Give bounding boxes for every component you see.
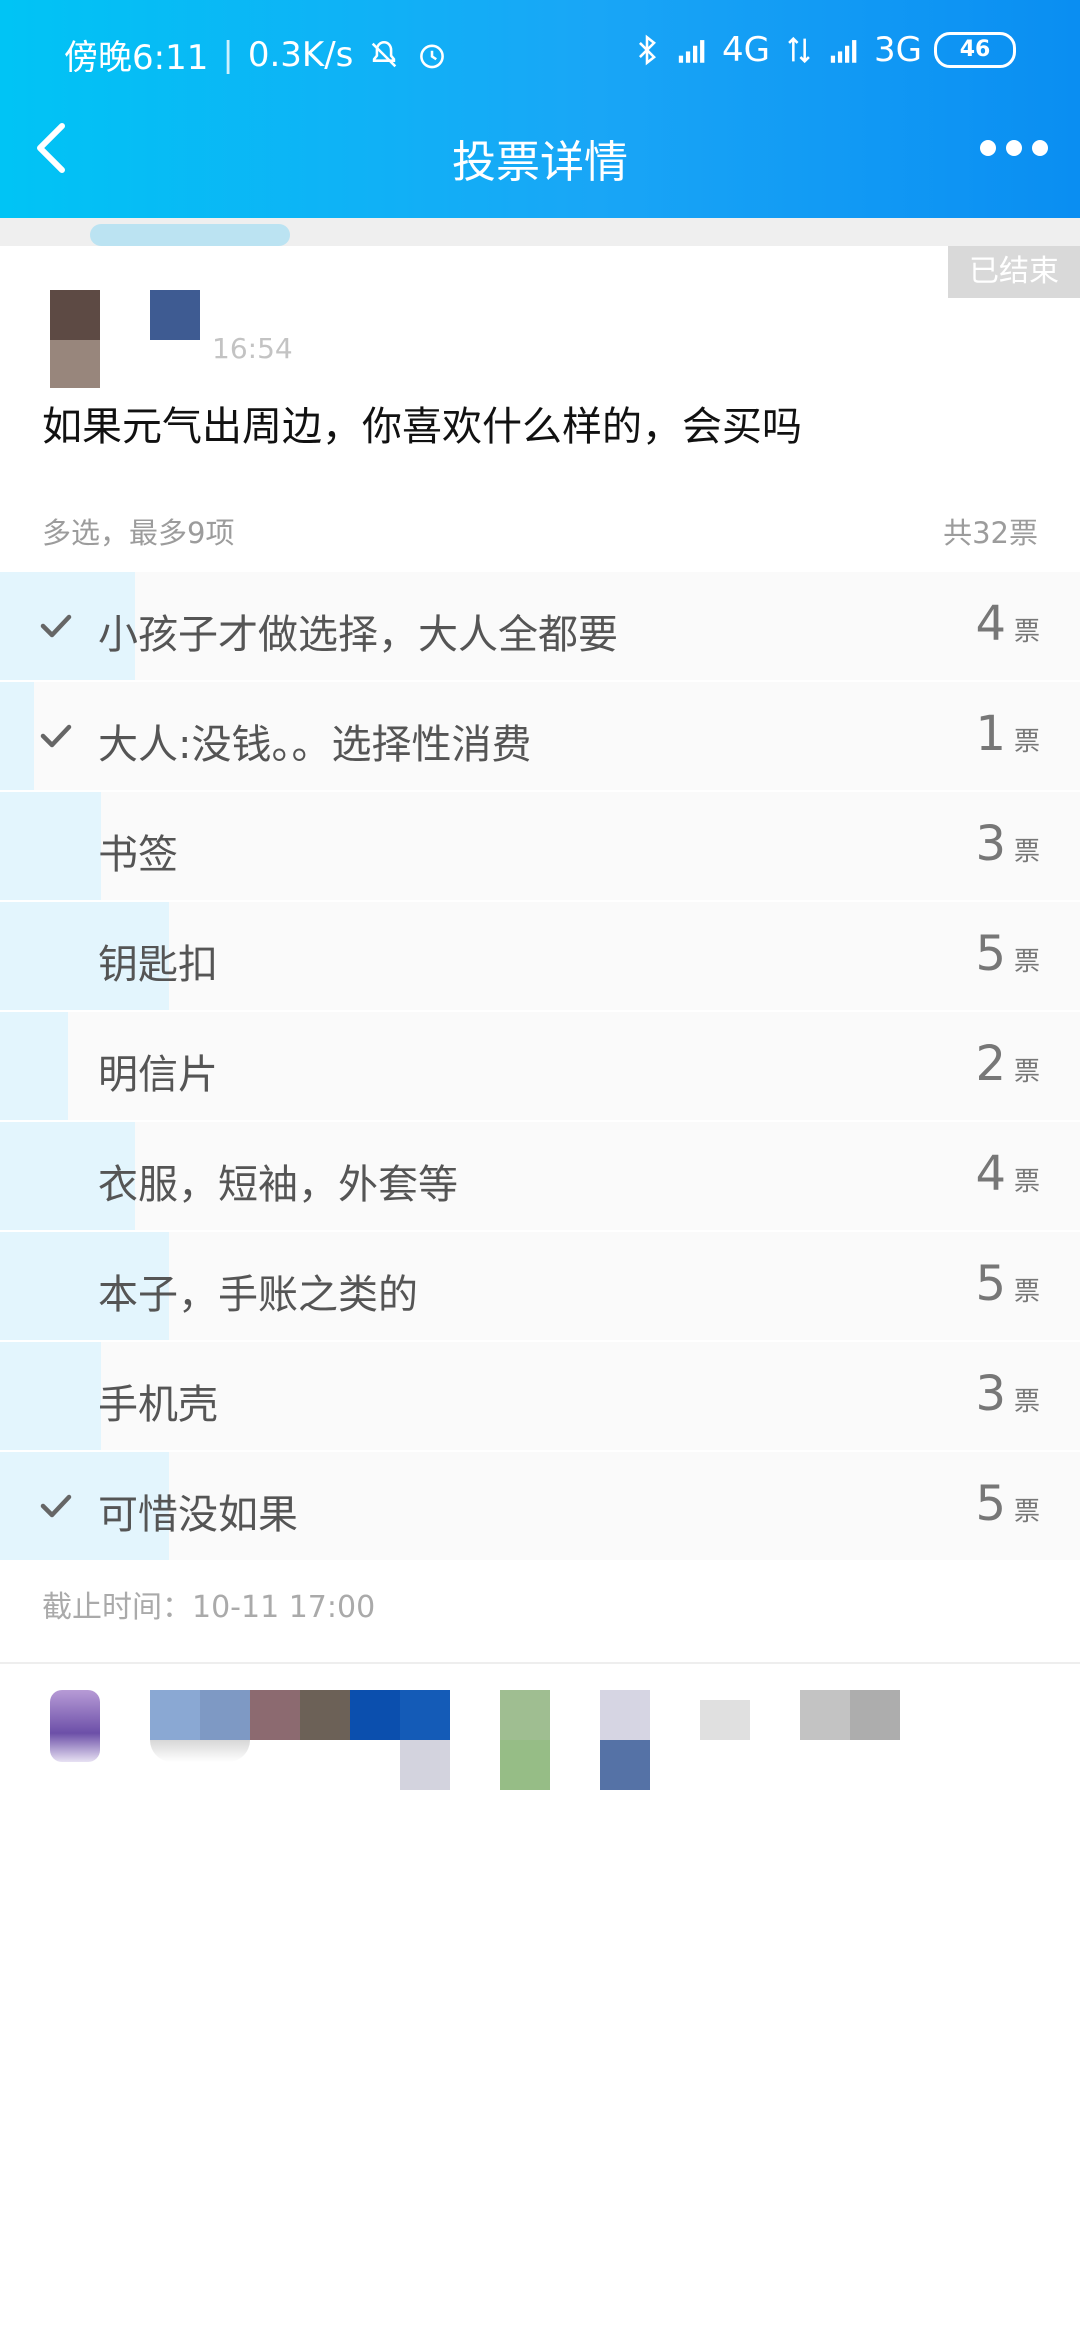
option-label: 衣服，短袖，外套等 [98, 1162, 458, 1208]
author-name-blurred [150, 290, 200, 340]
status-time: 傍晚6:11 [64, 38, 209, 78]
poll-option[interactable]: 钥匙扣 5 票 [0, 902, 1080, 1010]
option-label: 书签 [98, 832, 178, 878]
status-bar: 傍晚6:11 | 0.3K/s 4G 3G 46 [0, 0, 1080, 100]
poll-question: 如果元气出周边，你喜欢什么样的，会买吗 [42, 404, 802, 450]
vote-unit: 票 [1013, 1057, 1040, 1087]
signal-icon [678, 40, 705, 63]
page-title: 投票详情 [452, 137, 628, 188]
voter-avatar[interactable] [400, 1740, 450, 1790]
poll-option[interactable]: 衣服，短袖，外套等 4 票 [0, 1122, 1080, 1230]
voter-avatar[interactable] [150, 1690, 250, 1740]
voter-avatar[interactable] [600, 1690, 650, 1790]
check-icon [40, 1494, 72, 1518]
vote-unit: 票 [1013, 947, 1040, 977]
vote-number: 3 [975, 1366, 1006, 1422]
option-vote-bar [0, 792, 101, 900]
poll-deadline: 截止时间：10-11 17:00 [42, 1590, 376, 1625]
option-vote-count: 3票 [975, 1366, 1040, 1422]
network-speed: 0.3K/s [247, 34, 354, 75]
option-vote-count: 4票 [975, 1146, 1040, 1202]
option-vote-count: 1票 [975, 706, 1040, 762]
option-label: 可惜没如果 [98, 1492, 298, 1538]
option-vote-bar [0, 682, 34, 790]
status-badge: 已结束 [948, 246, 1080, 298]
alarm-icon [420, 44, 445, 68]
vote-unit: 票 [1013, 1167, 1040, 1197]
blurred-element [90, 224, 290, 246]
dot [980, 140, 996, 156]
option-label: 手机壳 [98, 1382, 218, 1428]
poll-meta: 多选，最多9项 共32票 [42, 510, 1038, 550]
vote-unit: 票 [1013, 837, 1040, 867]
option-vote-bar [0, 1012, 68, 1120]
vote-number: 1 [975, 706, 1006, 762]
network-type-2: 3G [874, 30, 922, 70]
option-vote-count: 2票 [975, 1036, 1040, 1092]
signal-icon [830, 40, 857, 63]
poll-option[interactable]: 明信片 2 票 [0, 1012, 1080, 1120]
nav-bar: 投票详情 [0, 100, 1080, 218]
voter-avatar[interactable] [50, 1690, 100, 1762]
vote-unit: 票 [1013, 1277, 1040, 1307]
app-header: 傍晚6:11 | 0.3K/s 4G 3G 46 投票详情 [0, 0, 1080, 218]
status-left: 傍晚6:11 | 0.3K/s [64, 30, 449, 79]
poll-option[interactable]: 书签 3 票 [0, 792, 1080, 900]
bluetooth-icon [639, 34, 657, 66]
option-vote-bar [0, 1342, 101, 1450]
voter-avatar[interactable] [350, 1690, 450, 1740]
option-label: 明信片 [98, 1052, 218, 1098]
option-vote-count: 5票 [975, 1256, 1040, 1312]
vote-number: 5 [975, 1476, 1006, 1532]
voter-avatar[interactable] [800, 1690, 900, 1740]
check-icon [40, 724, 72, 748]
vote-number: 5 [975, 1256, 1006, 1312]
poll-option[interactable]: 手机壳 3 票 [0, 1342, 1080, 1450]
network-type-1: 4G [722, 30, 771, 70]
option-label: 大人:没钱。。选择性消费 [98, 722, 532, 768]
vote-number: 3 [975, 816, 1006, 872]
vote-number: 5 [975, 926, 1006, 982]
status-separator: | [222, 34, 234, 75]
data-arrows-icon [788, 36, 810, 64]
vote-number: 4 [975, 596, 1006, 652]
poll-option[interactable]: 大人:没钱。。选择性消费 1 票 [0, 682, 1080, 790]
status-right: 4G 3G 46 [630, 30, 1016, 70]
poll-mode: 多选，最多9项 [42, 516, 235, 550]
vote-unit: 票 [1013, 1387, 1040, 1417]
option-vote-count: 5票 [975, 1476, 1040, 1532]
vote-number: 4 [975, 1146, 1006, 1202]
option-vote-count: 4票 [975, 596, 1040, 652]
check-icon [40, 614, 72, 638]
more-dots-icon[interactable] [980, 136, 1050, 160]
poll-option[interactable]: 小孩子才做选择，大人全都要 4 票 [0, 572, 1080, 680]
option-label: 小孩子才做选择，大人全都要 [98, 612, 618, 658]
vote-unit: 票 [1013, 1497, 1040, 1527]
mute-icon [372, 40, 397, 67]
avatar-pixel [50, 290, 100, 340]
avatar-pixel [50, 340, 100, 388]
vote-number: 2 [975, 1036, 1006, 1092]
voter-avatar[interactable] [150, 1740, 250, 1762]
divider [0, 1662, 1080, 1664]
dot [1006, 140, 1022, 156]
dot [1032, 140, 1048, 156]
poll-option[interactable]: 本子，手账之类的 5 票 [0, 1232, 1080, 1340]
option-vote-count: 5票 [975, 926, 1040, 982]
poll-total: 共32票 [943, 516, 1038, 550]
option-vote-count: 3票 [975, 816, 1040, 872]
poll-option[interactable]: 可惜没如果 5 票 [0, 1452, 1080, 1560]
battery-indicator: 46 [934, 32, 1016, 68]
vote-unit: 票 [1013, 617, 1040, 647]
option-label: 本子，手账之类的 [98, 1272, 418, 1318]
option-label: 钥匙扣 [98, 942, 218, 988]
vote-unit: 票 [1013, 727, 1040, 757]
voter-avatar[interactable] [500, 1690, 550, 1790]
post-time: 16:54 [212, 332, 293, 365]
poll-options-list: 小孩子才做选择，大人全都要 4 票大人:没钱。。选择性消费 1 票书签 3 票钥匙扣 5 票明信… [0, 572, 1080, 1562]
voter-avatar[interactable] [700, 1700, 750, 1740]
voter-avatar[interactable] [250, 1690, 350, 1740]
